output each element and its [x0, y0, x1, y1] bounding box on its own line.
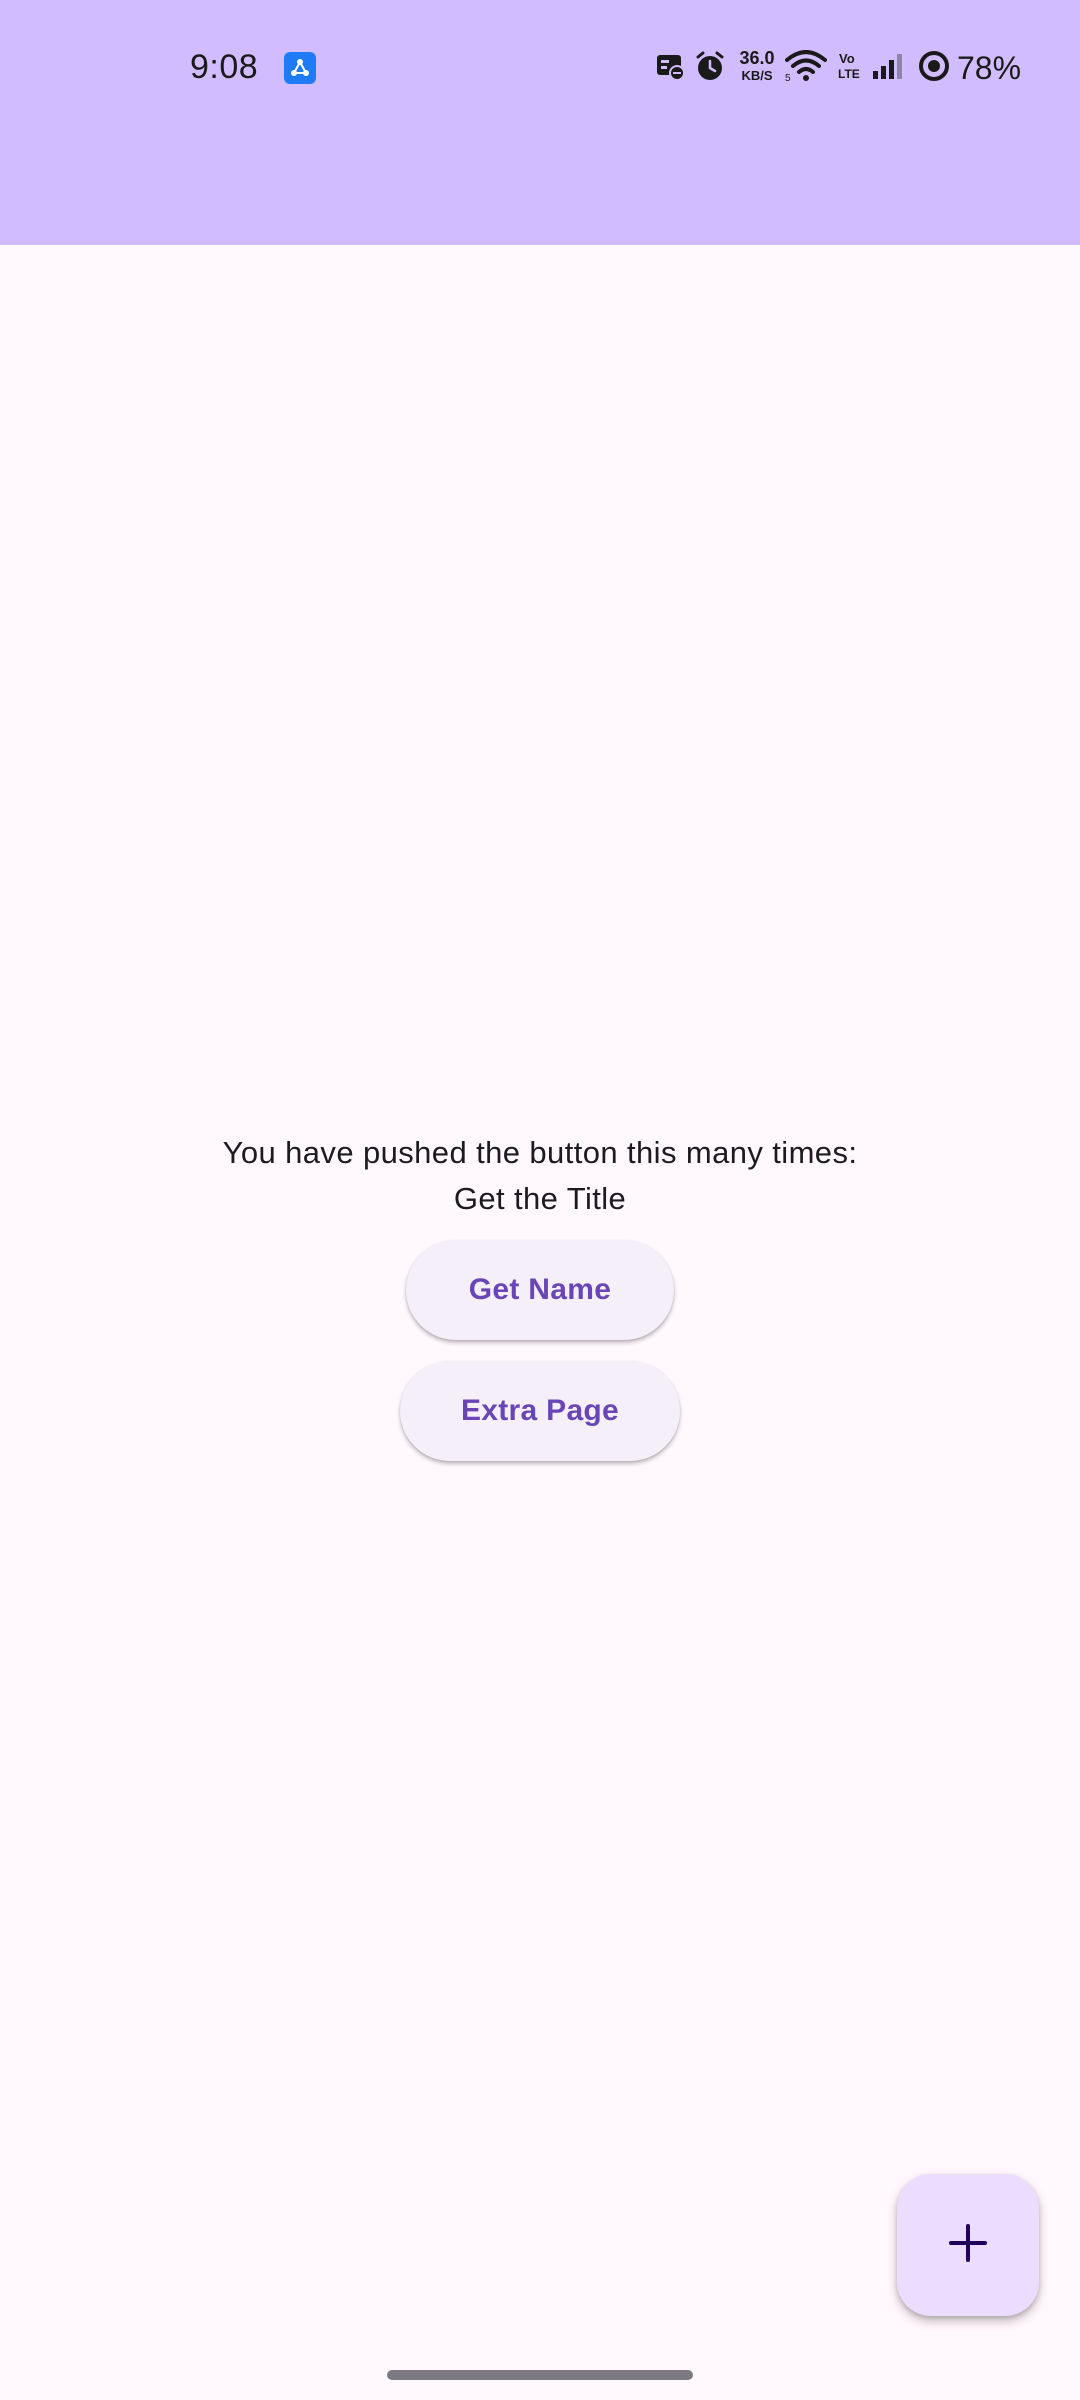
status-time: 9:08: [190, 48, 259, 86]
notification-icon: [655, 51, 685, 86]
add-fab-button[interactable]: [897, 2174, 1039, 2316]
counter-message: You have pushed the button this many tim…: [222, 1135, 858, 1170]
wifi-icon: 5: [785, 49, 827, 87]
battery-icon: [917, 49, 951, 88]
battery-percent: 78%: [957, 49, 1022, 86]
status-bar: 9:08 36.0 KB/S 5 Vo LTE 78%: [0, 0, 1080, 136]
svg-text:5: 5: [785, 73, 791, 82]
title-text: Get the Title: [453, 1181, 627, 1216]
alarm-icon: [695, 50, 725, 87]
svg-text:Vo: Vo: [839, 51, 855, 66]
app-bar: 9:08 36.0 KB/S 5 Vo LTE 78%: [0, 0, 1080, 245]
svg-text:LTE: LTE: [838, 67, 860, 81]
net-speed: 36.0 KB/S: [735, 49, 779, 87]
app-badge-icon: [284, 52, 316, 84]
net-speed-value: 36.0: [739, 48, 775, 68]
plus-icon: [948, 2223, 988, 2268]
volte-icon: Vo LTE: [837, 50, 861, 87]
get-name-button[interactable]: Get Name: [406, 1240, 674, 1340]
main-content: You have pushed the button this many tim…: [0, 1130, 1080, 1461]
status-icons: 36.0 KB/S 5 Vo LTE 78%: [655, 44, 1021, 92]
extra-page-button[interactable]: Extra Page: [400, 1361, 680, 1461]
signal-icon: [871, 51, 907, 86]
home-indicator[interactable]: [387, 2370, 693, 2380]
net-speed-unit: KB/S: [741, 68, 773, 83]
